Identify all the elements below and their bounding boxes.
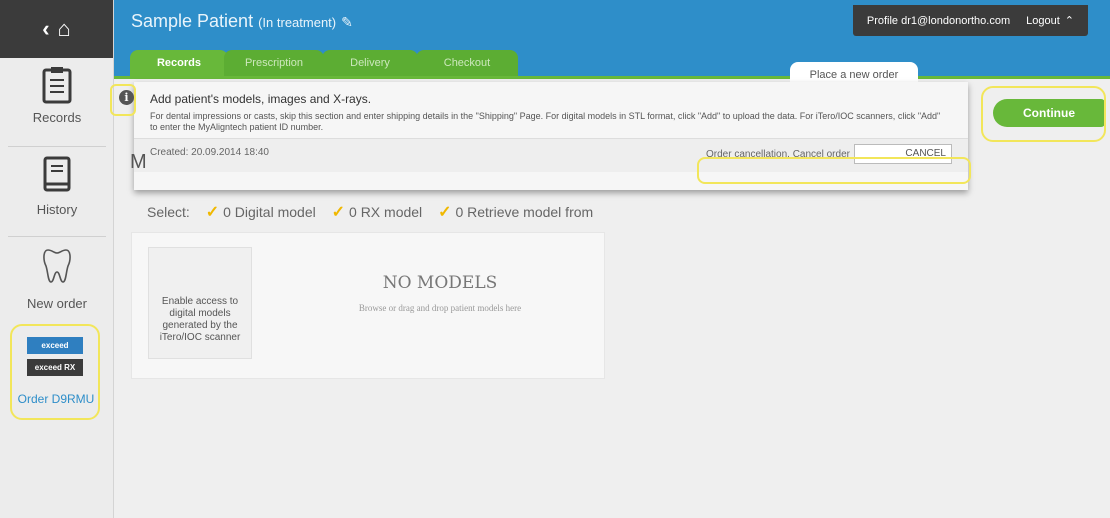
select-label: Select: — [147, 204, 190, 220]
exceed-badge: exceed — [27, 337, 83, 354]
logout-link[interactable]: Logout — [1026, 15, 1060, 27]
tooth-icon — [43, 249, 71, 283]
select-row: Select: ✓ 0 Digital model ✓ 0 RX model ✓ 0 … — [147, 202, 593, 222]
clipboard-icon — [42, 67, 72, 104]
check-icon: ✓ — [205, 204, 220, 221]
tab-underline — [114, 76, 1110, 79]
tab-delivery[interactable]: Delivery — [322, 50, 418, 76]
info-title: Add patient's models, images and X-rays. — [150, 92, 372, 106]
section-heading-partial: M — [130, 151, 147, 173]
check-icon: ✓ — [331, 204, 346, 221]
home-icon[interactable]: ⌂ — [58, 16, 71, 42]
sidebar: ‹ ⌂ Records History New order exceed exc… — [0, 0, 114, 518]
tab-prescription[interactable]: Prescription — [224, 50, 324, 76]
sidebar-divider — [8, 236, 106, 237]
created-date: Created: 20.09.2014 18:40 — [150, 147, 269, 158]
sidebar-item-label: New order — [27, 296, 87, 311]
sidebar-divider — [8, 146, 106, 147]
highlight-info — [110, 84, 136, 116]
rx-model-filter[interactable]: 0 RX model — [349, 204, 422, 220]
digital-model-filter[interactable]: 0 Digital model — [223, 204, 316, 220]
check-icon: ✓ — [438, 204, 452, 221]
sidebar-item-label: Records — [32, 110, 82, 125]
sidebar-item-order[interactable]: exceed exceed RX Order D9RMU — [10, 324, 100, 420]
info-description: For dental impressions or casts, skip th… — [150, 111, 941, 132]
retrieve-model-filter[interactable]: 0 Retrieve model from — [455, 204, 593, 220]
pencil-edit-icon[interactable]: ✎ — [341, 14, 353, 30]
models-dropzone[interactable]: Enable access to digital models generate… — [131, 232, 605, 379]
highlight-continue — [981, 86, 1106, 142]
no-models-title: NO MODELS — [382, 273, 498, 293]
sidebar-item-new-order[interactable]: New order — [0, 246, 114, 311]
sidebar-nav-top: ‹ ⌂ — [0, 0, 113, 58]
tab-records[interactable]: Records — [130, 50, 228, 76]
tab-checkout[interactable]: Checkout — [416, 50, 518, 76]
patient-title: Sample Patient (In treatment) ✎ — [131, 11, 353, 32]
browse-hint: Browse or drag and drop patient models h… — [358, 303, 522, 313]
patient-name: Sample Patient — [131, 11, 254, 31]
sidebar-item-records[interactable]: Records — [0, 66, 114, 125]
order-label: Order D9RMU — [17, 392, 95, 406]
highlight-cancel — [697, 157, 971, 184]
profile-label[interactable]: Profile dr1@londonortho.com — [867, 15, 1010, 27]
patient-status: (In treatment) — [258, 15, 337, 30]
enable-access-card[interactable]: Enable access to digital models generate… — [148, 247, 252, 359]
back-chevron-icon[interactable]: ‹ — [42, 16, 49, 42]
sidebar-item-history[interactable]: History — [0, 156, 114, 217]
chevron-up-icon: ⌃ — [1064, 15, 1074, 27]
profile-menu[interactable]: Profile dr1@londonortho.com Logout ⌃ — [852, 5, 1088, 36]
sidebar-item-label: History — [36, 202, 78, 217]
book-icon — [43, 156, 71, 192]
exceed-rx-badge: exceed RX — [27, 359, 83, 376]
